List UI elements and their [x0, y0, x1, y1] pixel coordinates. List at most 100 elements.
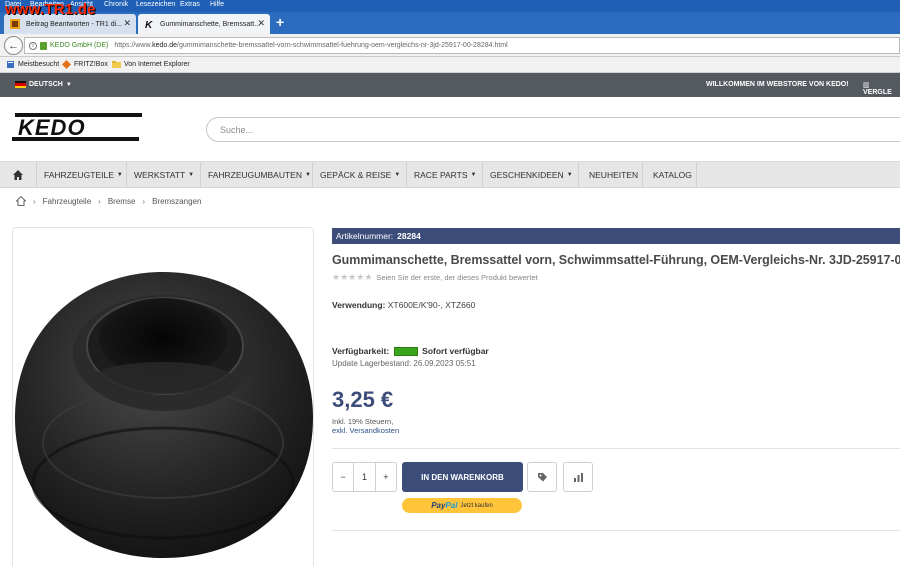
nav-katalog[interactable]: KATALOG	[643, 162, 697, 188]
rating: ★ ★ ★ ★ ★ Seien Sie der erste, der dieses Pr…	[332, 273, 538, 283]
article-number: 28284	[397, 231, 421, 241]
browser-nav-bar: ← i KEDO GmbH (DE) https://www.kedo.de/g…	[0, 34, 900, 57]
kedo-logo[interactable]: KEDO	[12, 113, 142, 141]
chevron-down-icon: ▼	[470, 172, 477, 178]
browser-tab-bar: Beitrag Beantworten - TR1 di... ✕ K Gumm…	[0, 12, 900, 34]
product-image	[15, 272, 313, 558]
browser-tab-active[interactable]: K Gummimanschette, Bremssatt... ✕	[138, 14, 270, 34]
language-selector[interactable]: DEUTSCH ▼	[15, 81, 72, 88]
site-top-bar: DEUTSCH ▼ WILLKOMMEN IM WEBSTORE VON KEDO…	[0, 73, 900, 97]
chart-icon	[573, 472, 583, 482]
new-tab-button[interactable]: +	[276, 14, 284, 30]
star-icon: ★	[332, 272, 341, 282]
watermark: www.TR1.de	[5, 1, 96, 18]
product-image-frame[interactable]	[12, 227, 314, 566]
paypal-button[interactable]: Pay Pal Jetzt kaufen	[402, 498, 522, 513]
book-icon	[7, 61, 14, 68]
lock-icon[interactable]	[40, 41, 47, 50]
chevron-down-icon: ▼	[116, 172, 123, 178]
url-text: https://www.kedo.de/gummimanschette-brem…	[114, 42, 508, 49]
rating-text[interactable]: Seien Sie der erste, der dieses Produkt …	[376, 273, 537, 282]
star-icon: ★	[356, 272, 365, 282]
site-identity: KEDO GmbH (DE)	[50, 42, 109, 49]
chevron-right-icon: ›	[98, 196, 101, 206]
chevron-down-icon: ▼	[566, 172, 573, 178]
qty-plus-button[interactable]: +	[376, 463, 396, 491]
nav-gepaeck-reise[interactable]: GEPÄCK & REISE ▼	[313, 162, 407, 188]
chevron-down-icon: ▼	[304, 172, 311, 178]
compare-link[interactable]: ▥ VERGLE	[863, 81, 900, 96]
availability-value: Sofort verfügbar	[422, 346, 489, 356]
chevron-right-icon: ›	[142, 196, 146, 206]
bookmark-most-visited[interactable]: Meistbesucht	[6, 60, 59, 69]
german-flag-icon	[15, 81, 26, 88]
star-icon: ★	[348, 272, 357, 282]
product-title: Gummimanschette, Bremssattel vorn, Schwi…	[332, 253, 900, 267]
nav-fahrzeugteile[interactable]: FAHRZEUGTEILE ▼	[37, 162, 127, 188]
qty-minus-button[interactable]: −	[333, 463, 353, 491]
folder-icon	[112, 61, 121, 68]
browser-menu-bar: Datei Bearbeiten Ansicht Chronik Lesezei…	[0, 0, 900, 12]
chart-icon: ▥	[863, 82, 870, 89]
main-navigation: FAHRZEUGTEILE ▼ WERKSTATT ▼ FAHRZEUGUMBAUT…	[0, 161, 900, 188]
menu-history[interactable]: Chronik	[104, 1, 128, 8]
search-input[interactable]: Suche...	[206, 117, 900, 142]
tab-title: Gummimanschette, Bremssatt...	[160, 20, 260, 28]
menu-tools[interactable]: Extras	[180, 1, 200, 8]
star-icon: ★	[340, 272, 349, 282]
svg-text:K: K	[145, 20, 153, 29]
address-bar[interactable]: i KEDO GmbH (DE) https://www.kedo.de/gum…	[24, 37, 900, 54]
chevron-down-icon: ▼	[394, 172, 401, 178]
star-icon: ★	[364, 272, 373, 282]
back-button[interactable]: ←	[4, 36, 23, 55]
forum-favicon-icon	[10, 19, 20, 29]
fritzbox-icon	[62, 60, 71, 69]
close-tab-icon[interactable]: ✕	[257, 18, 265, 29]
nav-race-parts[interactable]: RACE PARTS ▼	[407, 162, 483, 188]
home-icon[interactable]	[16, 196, 26, 206]
stock-indicator	[394, 346, 419, 356]
quantity-field[interactable]: 1	[353, 463, 376, 491]
welcome-message: WILLKOMMEN IM WEBSTORE VON KEDO!	[706, 81, 849, 88]
tab-title: Beitrag Beantworten - TR1 di...	[26, 20, 122, 28]
nav-werkstatt[interactable]: WERKSTATT ▼	[127, 162, 201, 188]
breadcrumb-item[interactable]: Bremse	[108, 197, 136, 206]
svg-text:KEDO: KEDO	[18, 115, 86, 140]
arrow-left-icon: ←	[8, 39, 19, 52]
site-header: KEDO Suche...	[0, 97, 900, 161]
wishlist-button[interactable]	[527, 462, 557, 492]
price: 3,25 €	[332, 387, 394, 412]
compare-button[interactable]	[563, 462, 593, 492]
breadcrumb-item[interactable]: Fahrzeugteile	[43, 197, 91, 206]
bookmark-fritzbox[interactable]: FRITZ!Box	[62, 60, 108, 69]
usage: Verwendung: XT600E/K'90-, XTZ660	[332, 300, 476, 310]
article-number-bar: Artikelnummer: 28284	[332, 228, 900, 244]
close-tab-icon[interactable]: ✕	[123, 18, 131, 29]
bookmark-ie[interactable]: Von Internet Explorer	[112, 60, 190, 69]
availability: Verfügbarkeit: Sofort verfügbar	[332, 346, 489, 356]
info-icon[interactable]: i	[29, 41, 37, 50]
quantity-stepper: − 1 +	[332, 462, 397, 492]
add-to-cart-button[interactable]: IN DEN WARENKORB	[402, 462, 523, 492]
nav-fahrzeugumbauten[interactable]: FAHRZEUGUMBAUTEN ▼	[201, 162, 313, 188]
chevron-down-icon: ▼	[188, 172, 195, 178]
menu-help[interactable]: Hilfe	[210, 1, 224, 8]
bookmarks-toolbar: Meistbesucht FRITZ!Box Von Internet Expl…	[0, 57, 900, 73]
stock-update: Update Lagerbestand: 26.09.2023 05:51	[332, 359, 476, 368]
nav-geschenkideen[interactable]: GESCHENKIDEEN ▼	[483, 162, 579, 188]
home-icon	[13, 170, 23, 180]
rating-stars[interactable]: ★ ★ ★ ★ ★	[332, 273, 372, 282]
shipping-costs-link[interactable]: exkl. Versandkosten	[332, 426, 399, 435]
tax-info: Inkl. 19% Steuern, exkl. Versandkosten	[332, 417, 400, 435]
chevron-right-icon: ›	[33, 196, 36, 206]
nav-neuheiten[interactable]: NEUHEITEN	[579, 162, 643, 188]
breadcrumb: › Fahrzeugteile › Bremse › Bremszangen	[16, 196, 201, 206]
nav-home[interactable]	[0, 162, 37, 188]
tag-icon	[537, 472, 547, 481]
divider	[332, 530, 900, 531]
kedo-favicon-icon: K	[145, 20, 153, 29]
divider	[332, 448, 900, 449]
menu-bookmarks[interactable]: Lesezeichen	[136, 1, 175, 8]
breadcrumb-item[interactable]: Bremszangen	[152, 197, 201, 206]
usage-value: XT600E/K'90-, XTZ660	[387, 300, 476, 310]
